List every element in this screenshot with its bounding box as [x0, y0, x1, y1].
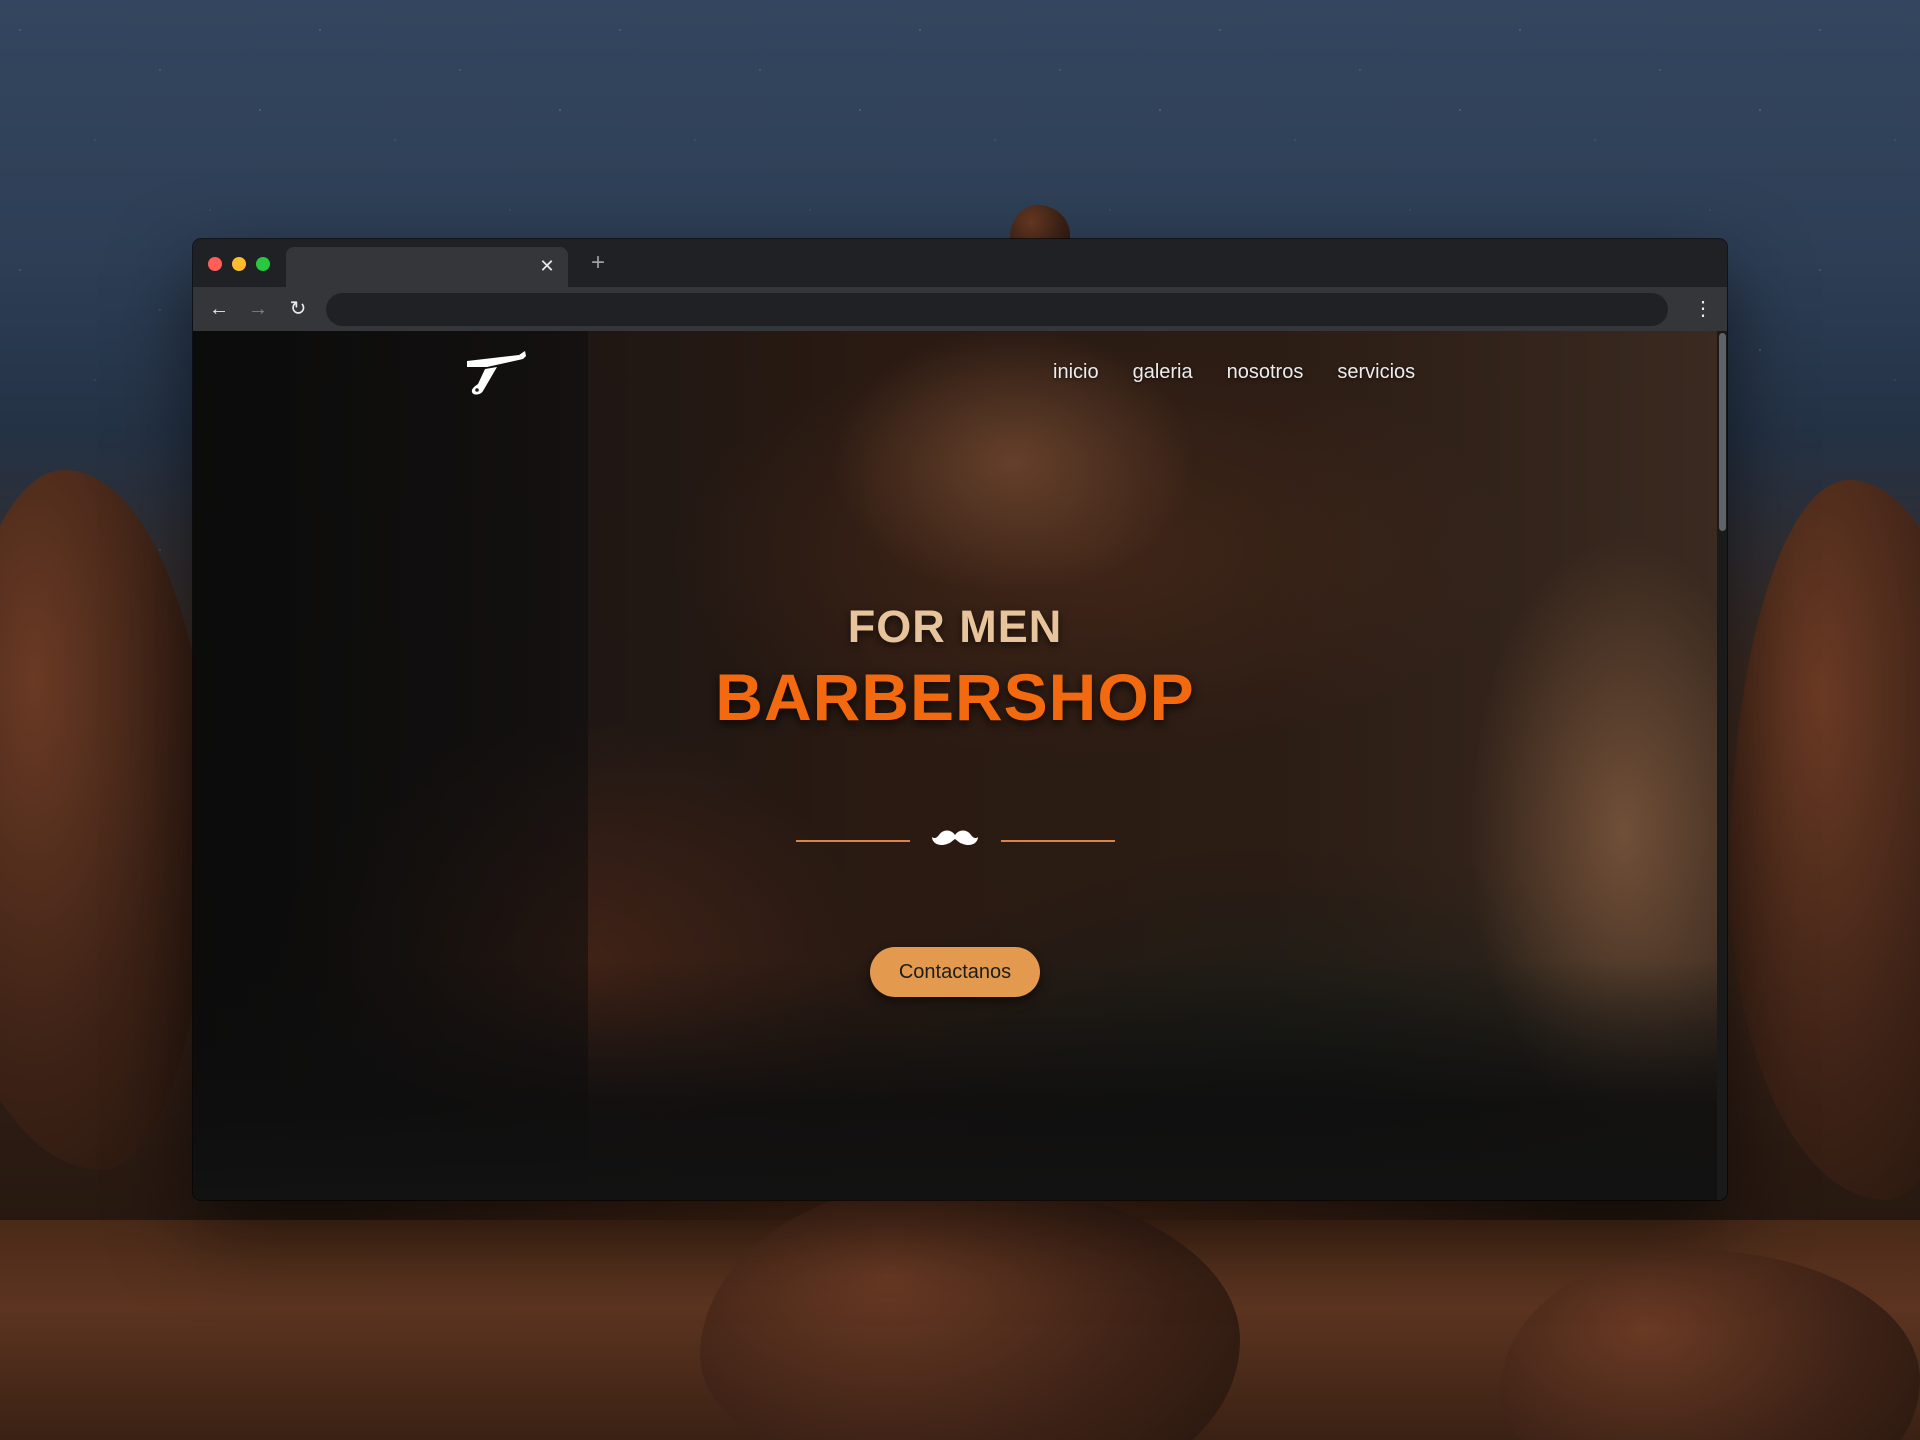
wallpaper-rock [1730, 480, 1920, 1200]
nav-link-inicio[interactable]: inicio [1053, 361, 1099, 384]
wallpaper-rock [0, 470, 210, 1170]
divider-line-right [1001, 840, 1115, 842]
browser-toolbar: ← → ↻ ⋮ [193, 287, 1727, 331]
browser-tab[interactable]: ✕ [286, 247, 568, 287]
tab-close-icon[interactable]: ✕ [536, 255, 558, 277]
address-bar[interactable] [326, 293, 1668, 326]
browser-menu-icon[interactable]: ⋮ [1691, 295, 1715, 323]
hero-kicker: FOR MEN [847, 601, 1063, 652]
scrollbar-thumb[interactable] [1719, 333, 1726, 531]
contact-button[interactable]: Contactanos [870, 947, 1040, 997]
forward-icon[interactable]: → [244, 295, 272, 323]
maximize-window-button[interactable] [256, 257, 270, 271]
mustache-icon [932, 830, 978, 846]
tab-bar: ✕ + [193, 239, 1727, 287]
back-icon[interactable]: ← [205, 295, 233, 323]
hero-title: BARBERSHOP [715, 660, 1195, 734]
close-window-button[interactable] [208, 257, 222, 271]
site-nav: inicio galeria nosotros servicios [1053, 361, 1415, 384]
wallpaper-rock [700, 1180, 1240, 1440]
straight-razor-icon[interactable] [463, 347, 527, 399]
new-tab-button[interactable]: + [585, 250, 611, 276]
reload-icon[interactable]: ↻ [284, 295, 312, 323]
nav-link-servicios[interactable]: servicios [1337, 361, 1415, 384]
minimize-window-button[interactable] [232, 257, 246, 271]
nav-link-galeria[interactable]: galeria [1133, 361, 1193, 384]
browser-window: ✕ + ← → ↻ ⋮ inicio galeria nosotros serv… [193, 239, 1727, 1200]
page-scrollbar[interactable] [1717, 331, 1727, 1200]
page-viewport: inicio galeria nosotros servicios FOR ME… [193, 331, 1727, 1200]
nav-link-nosotros[interactable]: nosotros [1227, 361, 1304, 384]
divider-line-left [796, 840, 910, 842]
